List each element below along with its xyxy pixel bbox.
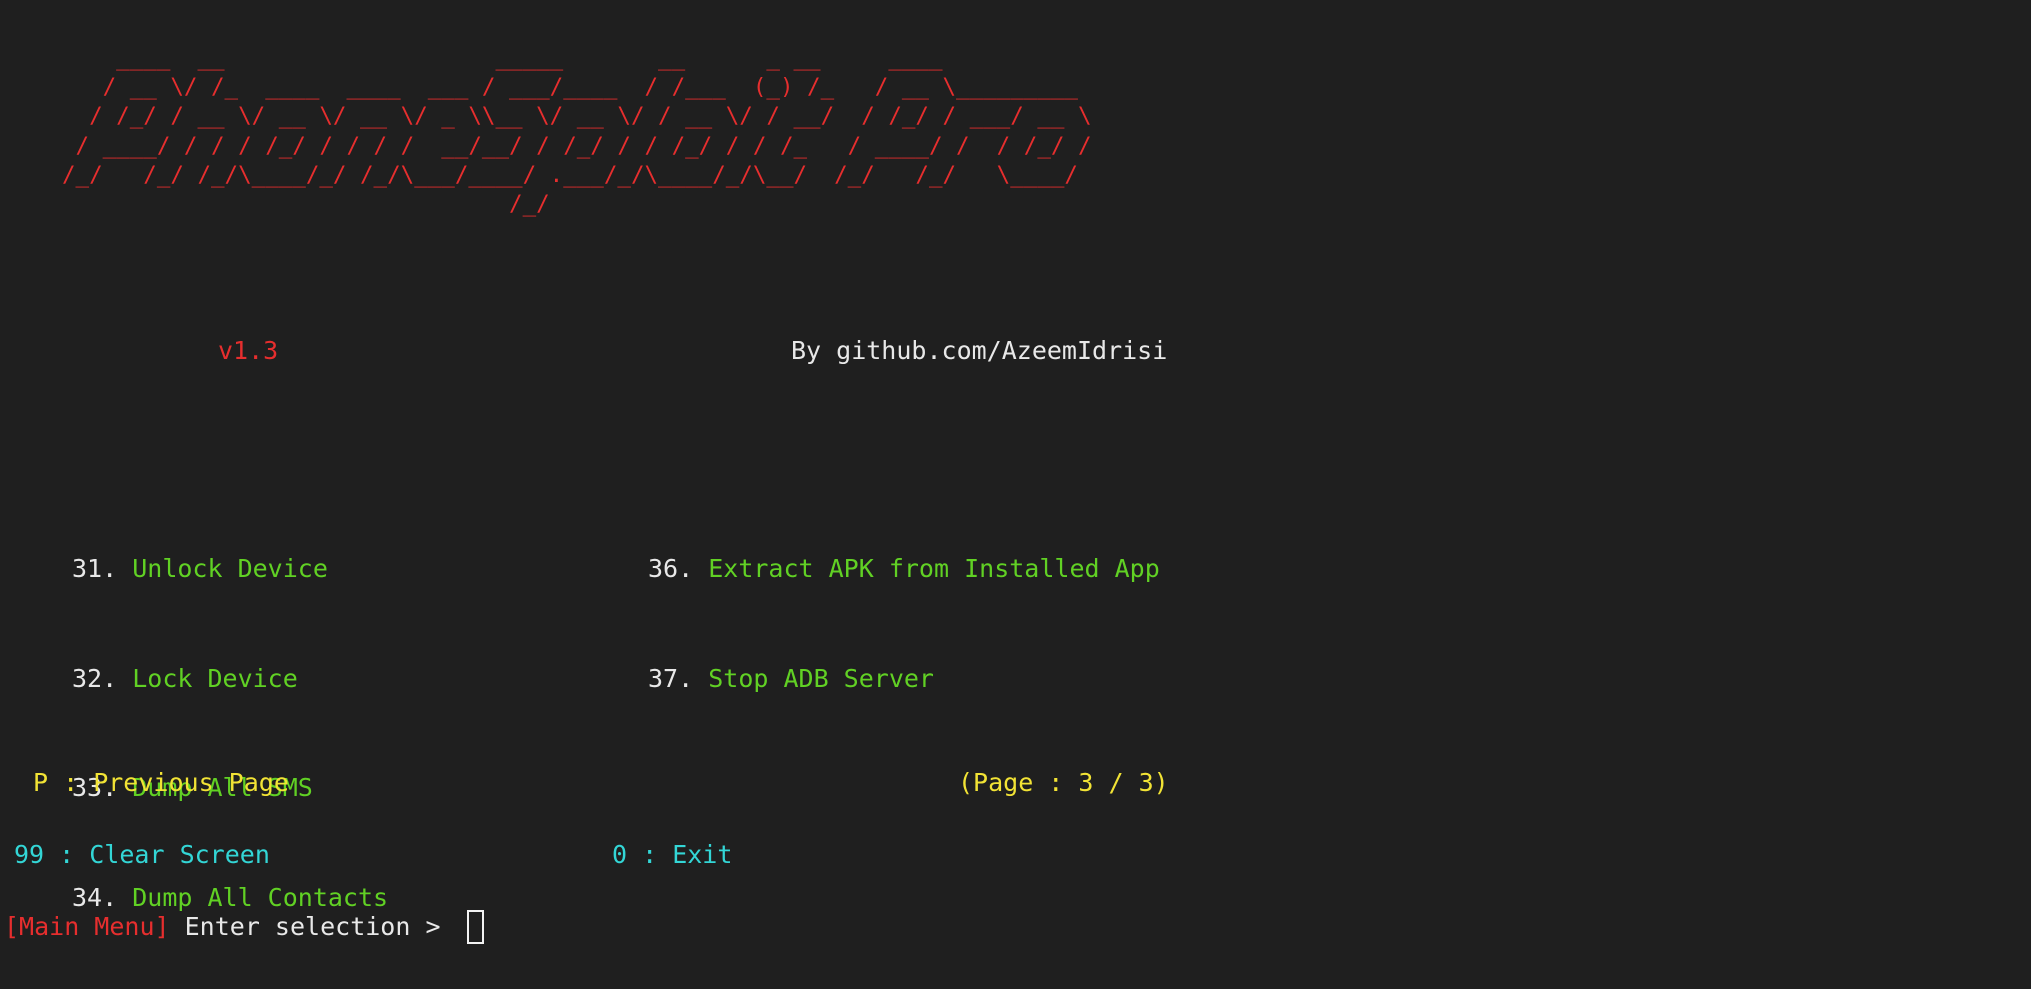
exit-option[interactable]: 0 : Exit [612,837,732,873]
page-indicator: (Page : 3 / 3) [958,768,1169,797]
clear-screen-option[interactable]: 99 : Clear Screen [14,837,270,873]
author-label: By github.com/AzeemIdrisi [791,336,1168,365]
meta-row: v1.3 By github.com/AzeemIdrisi [0,333,2031,369]
menu-item-number: 37. [648,663,694,693]
terminal-window: ____ __ _____ __ _ __ ____ / __ \/ /_ __… [0,0,2031,989]
menu-item-label: Lock Device [132,663,298,693]
menu-item-label: Unlock Device [132,554,328,583]
menu-item-label: Stop ADB Server [708,663,934,693]
prompt-text-label: Enter selection > [169,912,456,941]
menu-item-36[interactable]: 36. Extract APK from Installed App [648,551,1160,588]
main-menu: 31. Unlock Device 32. Lock Device 33. Du… [0,478,2031,912]
menu-item-label: Dump All Contacts [132,882,389,912]
menu-item-label: Extract APK from Installed App [708,554,1160,583]
menu-item-number: 31. [72,554,118,583]
menu-item-37[interactable]: 37. Stop ADB Server [648,661,1160,698]
text-cursor[interactable] [466,910,484,944]
menu-item-number: 32. [72,663,118,693]
footer-navigation: P : Previous Page (Page : 3 / 3) [0,765,2031,801]
previous-page-option[interactable]: P : Previous Page [33,765,289,801]
input-prompt[interactable]: [Main Menu] Enter selection > [4,909,484,945]
footer-system-options: 99 : Clear Screen 0 : Exit [0,837,2031,873]
version-label: v1.3 [218,336,279,365]
menu-item-number: 36. [648,554,694,583]
menu-item-32[interactable]: 32. Lock Device [72,661,388,698]
ascii-art-banner: ____ __ _____ __ _ __ ____ / __ \/ /_ __… [62,45,1092,218]
menu-item-31[interactable]: 31. Unlock Device [72,551,388,588]
prompt-scope-label: [Main Menu] [4,912,170,941]
menu-item-number: 34. [72,882,118,912]
menu-column-right: 36. Extract APK from Installed App 37. S… [648,478,1160,770]
